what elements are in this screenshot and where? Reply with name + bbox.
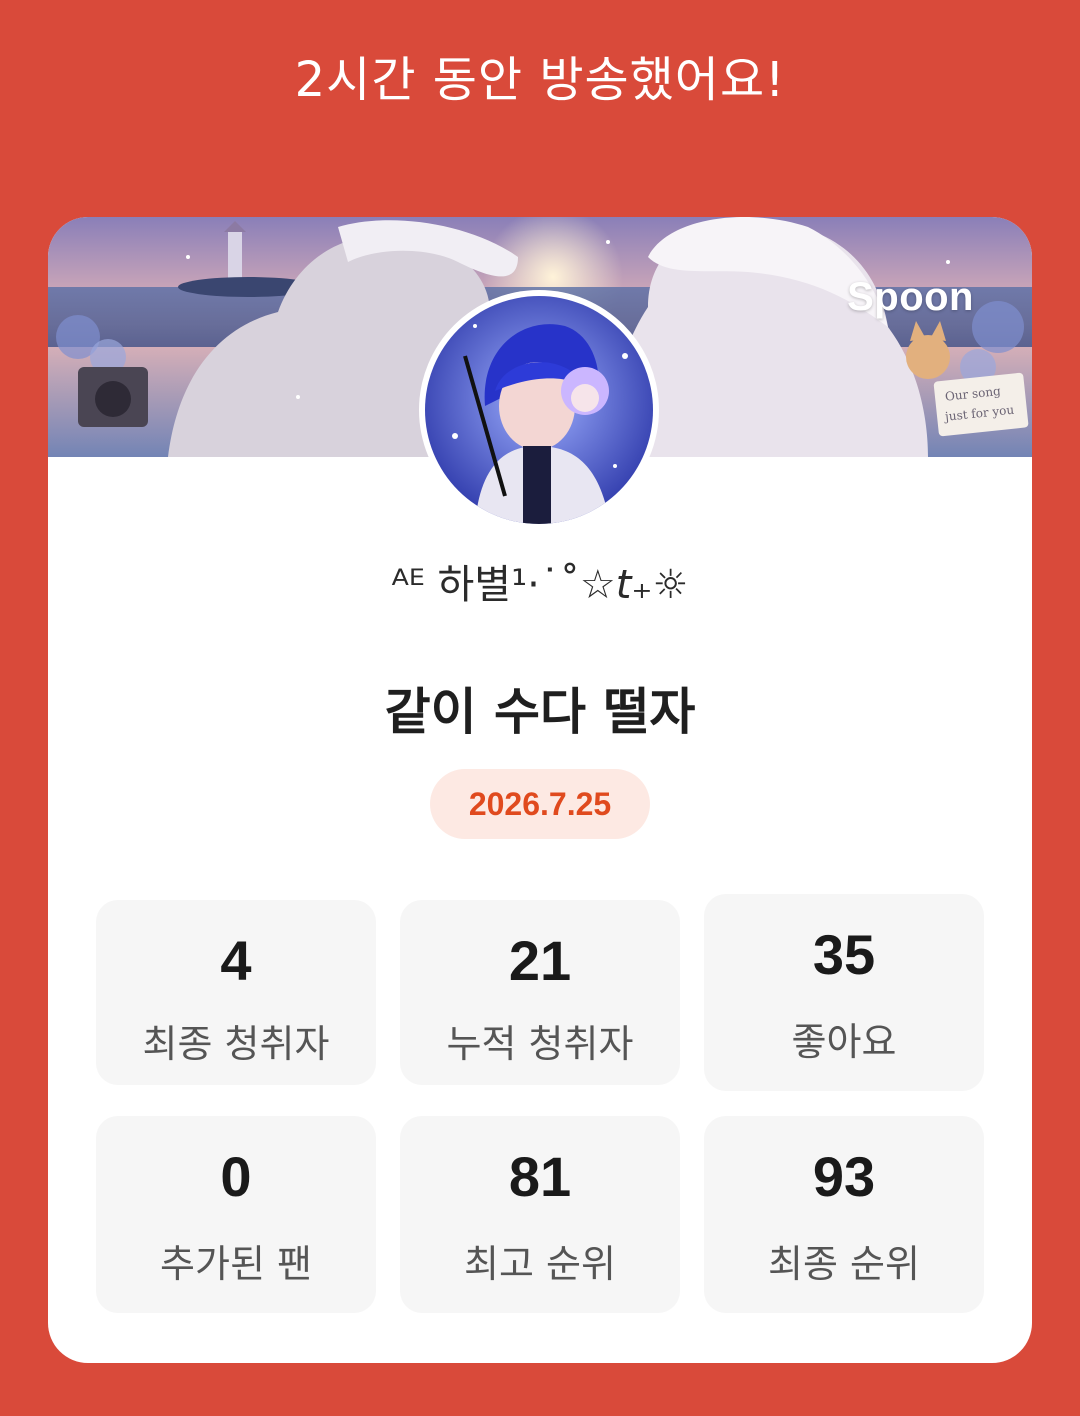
- stat-likes: 35 좋아요: [704, 894, 984, 1091]
- live-title: 같이 수다 떨자: [384, 683, 696, 741]
- stat-final-rank: 93 최종 순위: [704, 1116, 984, 1313]
- stat-label: 최종 순위: [768, 1242, 920, 1286]
- stat-label: 누적 청취자: [446, 1022, 634, 1066]
- stat-label: 최종 청취자: [142, 1022, 330, 1066]
- spoon-logo: Spoon: [847, 275, 974, 319]
- stat-label: 좋아요: [791, 1020, 897, 1064]
- stat-total-listeners: 21 누적 청취자: [400, 900, 680, 1085]
- dj-nickname: ᴬᴱ 하별¹·˙˚☆𝘵₊☼: [391, 562, 689, 608]
- stat-value: 81: [508, 1145, 572, 1208]
- stat-best-rank: 81 최고 순위: [400, 1116, 680, 1313]
- broadcast-date-badge: 2026.7.25: [430, 769, 650, 839]
- stat-value: 35: [812, 923, 876, 986]
- avatar-illustration: [425, 296, 653, 524]
- stat-new-fans: 0 추가된 팬: [96, 1116, 376, 1313]
- stat-value: 4: [220, 929, 252, 992]
- stat-label: 최고 순위: [464, 1242, 616, 1286]
- stat-value: 0: [220, 1145, 252, 1208]
- stat-value: 93: [812, 1145, 876, 1208]
- broadcast-duration-message: 2시간 동안 방송했어요!: [294, 52, 786, 108]
- stat-value: 21: [508, 929, 572, 992]
- avatar: [419, 290, 659, 530]
- stat-final-listeners: 4 최종 청취자: [96, 900, 376, 1085]
- stat-label: 추가된 팬: [160, 1242, 312, 1286]
- broadcast-summary-card: Our song just for you Spoon ᴬᴱ 하별¹·˙˚☆𝘵₊…: [48, 217, 1032, 1363]
